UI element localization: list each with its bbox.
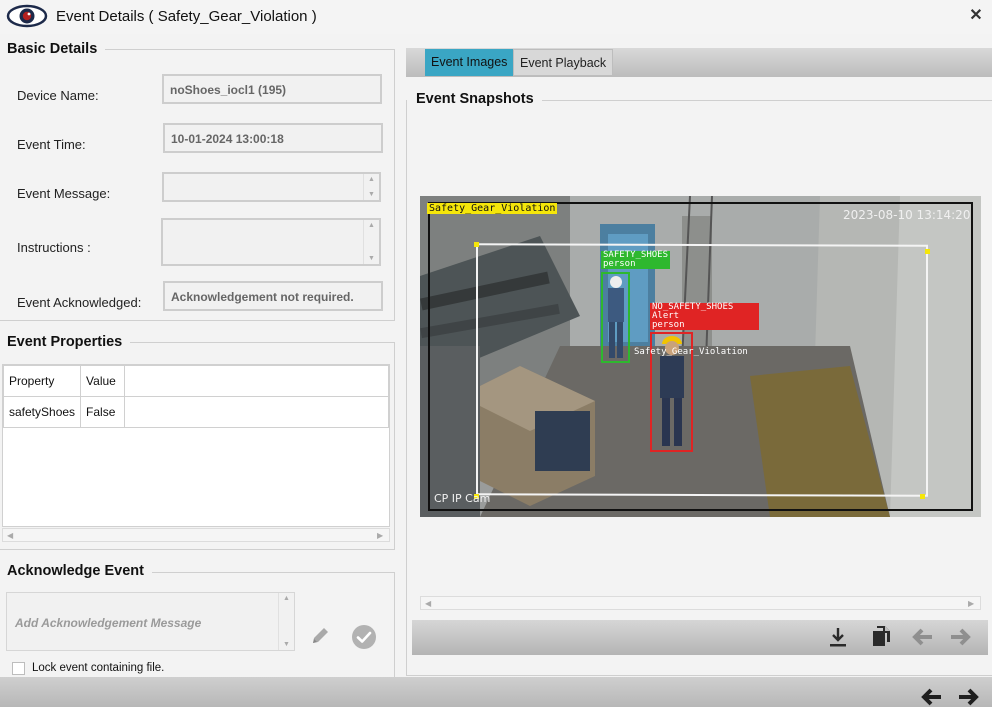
tab-event-images[interactable]: Event Images [425,49,514,76]
snapshots-left-border [406,100,407,675]
value-cell: False [80,396,125,428]
lock-event-checkbox[interactable] [12,662,25,675]
previous-arrow-icon[interactable] [909,624,935,650]
detection-label-no-safety-shoes: NO_SAFETY_SHOES Alert person [650,303,759,330]
instructions-field[interactable]: ▲ ▼ [161,218,381,266]
scroll-left-icon[interactable]: ◀ [425,599,431,608]
column-header-value[interactable]: Value [80,365,125,397]
detection-box-safety-shoes [601,272,630,363]
event-properties-right-border [394,342,395,549]
event-properties-divider [128,342,394,343]
scroll-right-icon[interactable]: ▶ [377,531,383,540]
acknowledge-divider [152,572,394,573]
basic-details-divider [100,49,394,50]
properties-horizontal-scrollbar[interactable]: ◀ ▶ [2,528,390,542]
window-title: Event Details ( Safety_Gear_Violation ) [56,8,317,25]
event-snapshot-image[interactable]: Safety_Gear_Violation 2023-08-10 13:14:2… [420,196,981,517]
snapshot-timestamp: 2023-08-10 13:14:20 [843,208,971,222]
event-properties-bottom-border [0,549,395,550]
column-header-property[interactable]: Property [2,365,82,397]
zone-vertex [920,494,925,499]
event-message-field[interactable]: ▲ ▼ [162,172,381,202]
scroll-left-icon[interactable]: ◀ [7,531,13,540]
instructions-scrollbar[interactable]: ▲ ▼ [363,220,379,264]
acknowledge-event-title: Acknowledge Event [7,563,152,579]
violation-overlay-label: Safety_Gear_Violation [427,203,558,214]
zone-vertex [925,249,930,254]
acknowledge-right-border [394,572,395,677]
snapshots-bottom-border [406,675,992,676]
event-time-field[interactable]: 10-01-2024 13:00:18 [163,123,383,153]
detection-line: person [652,320,685,330]
scroll-down-icon[interactable]: ▼ [279,641,294,648]
event-message-scrollbar[interactable]: ▲ ▼ [363,174,379,200]
zone-label: Safety_Gear_Violation [634,347,748,357]
download-icon[interactable] [825,624,851,650]
detection-line: person [603,259,636,269]
acknowledgement-scrollbar[interactable]: ▲ ▼ [278,593,294,650]
scroll-down-icon[interactable]: ▼ [364,191,379,198]
acknowledgement-placeholder: Add Acknowledgement Message [15,616,202,630]
scroll-down-icon[interactable]: ▼ [364,255,379,262]
device-name-label: Device Name: [17,88,99,103]
instructions-label: Instructions : [17,240,91,255]
event-snapshots-title: Event Snapshots [416,91,542,107]
copy-icon[interactable] [868,623,894,649]
event-acknowledged-label: Event Acknowledged: [17,295,142,310]
basic-details-right-border [394,49,395,320]
event-message-label: Event Message: [17,186,111,201]
table-header-row: Property Value [2,365,390,397]
snapshots-horizontal-scrollbar[interactable]: ◀ ▶ [420,596,981,610]
property-cell: safetyShoes [2,396,82,428]
snapshots-divider [538,100,992,101]
zone-polygon [476,243,928,497]
next-arrow-icon[interactable] [956,684,982,707]
lock-event-label: Lock event containing file. [32,662,165,674]
scroll-up-icon[interactable]: ▲ [279,595,294,602]
event-properties-title: Event Properties [7,334,131,350]
filler-cell [123,396,390,428]
camera-label: CP IP Cam [434,492,491,505]
next-arrow-icon[interactable] [948,624,974,650]
close-button[interactable]: ✕ [966,6,986,26]
acknowledgement-message-input[interactable]: Add Acknowledgement Message ▲ ▼ [6,592,295,651]
event-acknowledged-field[interactable]: Acknowledgement not required. [163,281,383,311]
image-toolbar [412,620,988,655]
detection-label-safety-shoes: SAFETY_SHOES person [601,251,671,269]
scroll-right-icon[interactable]: ▶ [968,599,974,608]
footer-bar [0,677,992,707]
check-circle-icon[interactable] [351,624,377,653]
device-name-field[interactable]: noShoes_iocl1 (195) [162,74,382,104]
event-time-label: Event Time: [17,137,86,152]
scroll-up-icon[interactable]: ▲ [364,222,379,229]
properties-table: Property Value safetyShoes False [2,365,390,428]
scroll-up-icon[interactable]: ▲ [364,176,379,183]
tab-event-playback[interactable]: Event Playback [513,49,614,76]
table-row[interactable]: safetyShoes False [2,396,390,428]
previous-arrow-icon[interactable] [918,684,944,707]
pencil-icon[interactable] [309,625,331,650]
column-header-filler [123,365,390,397]
properties-table-container: Property Value safetyShoes False [2,364,390,527]
basic-details-title: Basic Details [7,41,106,57]
eye-icon [6,4,48,31]
zone-vertex [474,242,479,247]
basic-details-bottom-border [0,320,395,321]
